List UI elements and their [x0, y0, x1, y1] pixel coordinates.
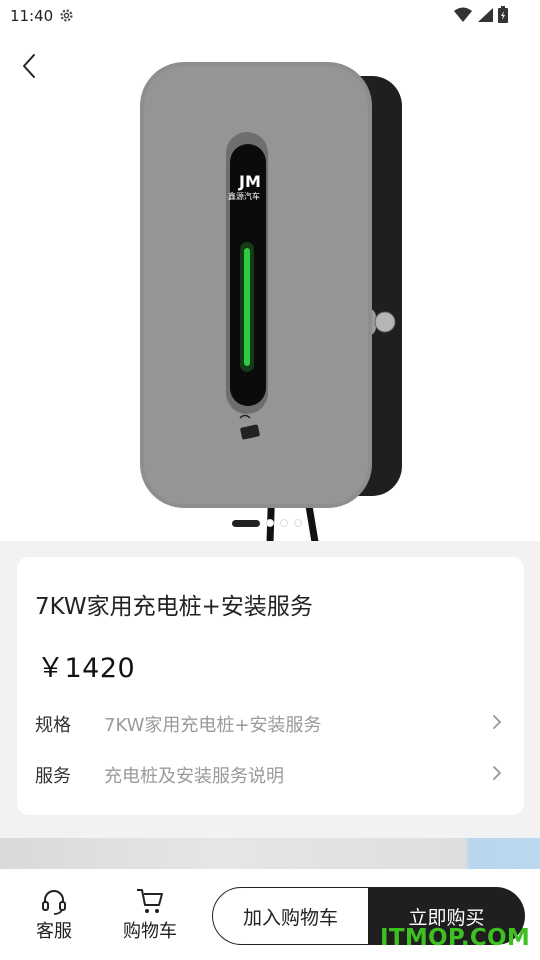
customer-service-button[interactable]: 客服 [36, 887, 72, 943]
shopping-cart-label: 购物车 [123, 921, 177, 942]
battery-charging-icon [498, 6, 508, 23]
status-bar: 11:40 [0, 0, 540, 32]
customer-service-label: 客服 [36, 921, 72, 942]
carousel-dot [280, 519, 288, 527]
product-info-card: 7KW家用充电桩+安装服务 ￥1420 规格 7KW家用充电桩+安装服务 服务 … [17, 557, 524, 815]
chevron-right-icon [493, 715, 502, 729]
service-row[interactable]: 服务 充电桩及安装服务说明 [17, 753, 524, 793]
svg-text:JM: JM [238, 172, 261, 191]
product-price: ￥1420 [37, 653, 136, 684]
product-image-ev-charger: JM 鑫源汽车 [140, 62, 402, 541]
add-to-cart-button[interactable]: 加入购物车 [212, 887, 368, 945]
product-title: 7KW家用充电桩+安装服务 [35, 594, 313, 620]
spec-label: 规格 [35, 715, 71, 736]
carousel-dot [266, 519, 274, 527]
chevron-right-icon [493, 766, 502, 780]
shopping-cart-button[interactable]: 购物车 [123, 887, 177, 943]
watermark-text: ITMOP.COM [380, 925, 531, 951]
cart-icon [137, 889, 163, 913]
back-arrow-icon[interactable] [18, 52, 42, 80]
charger-logo-text: 鑫源汽车 [228, 191, 260, 201]
service-value: 充电桩及安装服务说明 [104, 766, 284, 787]
status-time: 11:40 [10, 7, 54, 25]
carousel-dot-active [232, 519, 260, 527]
status-icons [454, 6, 508, 23]
settings-gear-icon [60, 9, 73, 22]
spec-value: 7KW家用充电桩+安装服务 [104, 715, 322, 736]
carousel-dot [294, 519, 302, 527]
spec-row[interactable]: 规格 7KW家用充电桩+安装服务 [17, 702, 524, 742]
wifi-icon [454, 7, 472, 22]
cellular-signal-icon [478, 7, 493, 22]
carousel-indicator [232, 519, 302, 527]
headset-icon [42, 890, 66, 915]
service-label: 服务 [35, 766, 71, 787]
product-image-carousel[interactable]: JM 鑫源汽车 [0, 0, 540, 541]
